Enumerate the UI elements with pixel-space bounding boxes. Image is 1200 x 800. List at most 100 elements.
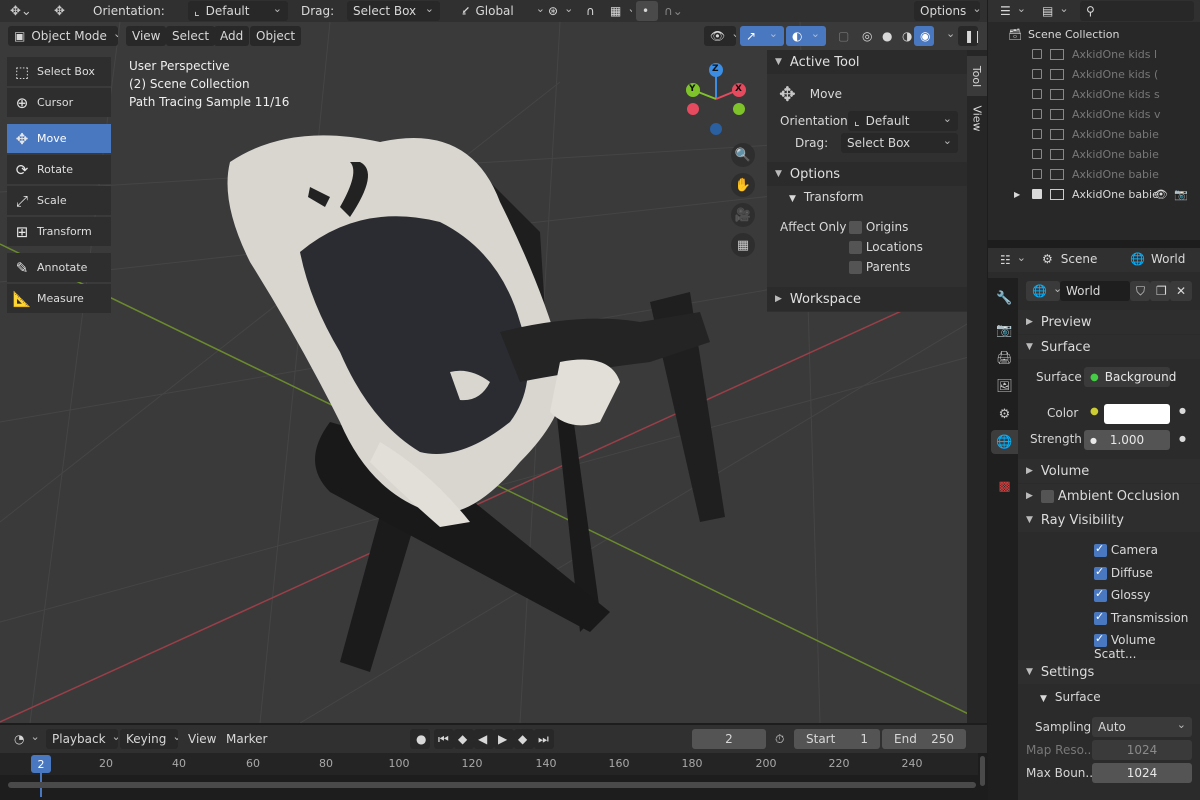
breadcrumb-scene[interactable]: ⚙ Scene <box>1042 252 1097 266</box>
playback-menu[interactable]: Playback <box>46 729 118 749</box>
menu-add[interactable]: Add <box>214 26 250 46</box>
npanel-orientation-dropdown[interactable]: ⌞ Default <box>848 111 958 131</box>
exclude-checkbox[interactable] <box>1032 109 1042 119</box>
ortho-toggle-button[interactable]: ▦ <box>731 233 755 257</box>
keying-menu[interactable]: Keying <box>120 729 178 749</box>
shading-options-dropdown[interactable] <box>934 26 954 46</box>
pivot-point-dropdown[interactable]: ⊛ <box>542 1 576 21</box>
timeline-editor-type[interactable]: ◔ <box>8 729 42 749</box>
orientation-dropdown[interactable]: ⌞ Default <box>188 1 288 21</box>
current-frame-field[interactable]: 2 <box>692 729 766 749</box>
menu-object[interactable]: Object <box>250 26 302 46</box>
jump-end-button[interactable]: ⏭ <box>534 729 554 749</box>
tool-icon-button[interactable]: ✥ <box>48 1 78 21</box>
tab-view[interactable]: View <box>967 98 987 138</box>
camera-view-button[interactable]: 🎥 <box>731 203 755 227</box>
tab-tool-settings[interactable]: 🔧 <box>991 286 1018 310</box>
snap-toggle[interactable]: ∩ <box>580 1 606 21</box>
xray-toggle[interactable]: ▢ <box>832 26 854 46</box>
outliner-item-active[interactable]: ▶ AxkidOne babie 👁 📷 <box>988 184 1200 204</box>
new-world-button[interactable]: ❐ <box>1150 281 1170 301</box>
ray-transmission-checkbox[interactable]: Transmission <box>1094 610 1188 625</box>
outliner-item[interactable]: AxkidOne babie <box>988 144 1200 164</box>
breadcrumb-world[interactable]: 🌐 World <box>1130 252 1185 266</box>
color-swatch[interactable] <box>1104 404 1170 424</box>
timeline-view-menu[interactable]: View <box>182 729 222 749</box>
outliner-editor-type[interactable]: ☰ <box>994 1 1032 21</box>
properties-editor-type[interactable]: ☷ <box>994 250 1030 270</box>
exclude-checkbox[interactable] <box>1032 189 1042 199</box>
editor-type-button[interactable]: ✥⌄ <box>4 1 40 21</box>
preview-range-toggle[interactable]: ⏱ <box>772 729 792 749</box>
strength-keyframe-dot[interactable]: ● <box>1179 434 1186 443</box>
tool-move[interactable]: ✥ Move <box>7 124 111 153</box>
display-mode-dropdown[interactable]: ▤ <box>1036 1 1072 21</box>
snap-target-dropdown[interactable]: ▦ <box>604 1 632 21</box>
tab-texture[interactable]: ▩ <box>991 474 1018 498</box>
section-preview[interactable]: ▶ Preview <box>1018 310 1200 334</box>
tab-output[interactable]: 🖨 <box>991 346 1018 370</box>
ray-camera-checkbox[interactable]: Camera <box>1094 542 1158 557</box>
npanel-drag-dropdown[interactable]: Select Box <box>841 133 958 153</box>
menu-select[interactable]: Select <box>166 26 216 46</box>
mode-dropdown[interactable]: ▣ Object Mode <box>8 26 118 46</box>
timeline-ruler[interactable]: 2 20 40 60 80 100 120 140 160 180 200 22… <box>0 753 978 797</box>
outliner-root[interactable]: 🗃 Scene Collection <box>988 24 1200 44</box>
options-dropdown[interactable]: Options <box>914 1 980 21</box>
playhead[interactable]: 2 <box>31 755 51 773</box>
ao-checkbox[interactable] <box>1040 489 1054 503</box>
tab-world[interactable]: 🌐 <box>991 430 1018 454</box>
tool-select-box[interactable]: ⬚ Select Box <box>7 57 111 86</box>
exclude-checkbox[interactable] <box>1032 129 1042 139</box>
affect-locations-checkbox[interactable]: Locations <box>849 240 923 254</box>
section-ray-visibility[interactable]: ▼ Ray Visibility <box>1018 508 1200 532</box>
affect-parents-checkbox[interactable]: Parents <box>849 260 911 274</box>
unlink-world-button[interactable]: ✕ <box>1170 281 1192 301</box>
outliner-search-input[interactable]: ⚲ <box>1080 1 1194 21</box>
falloff-button[interactable]: ∩⌄ <box>658 1 684 21</box>
timeline-scrollbar[interactable] <box>8 782 976 788</box>
shading-rendered[interactable]: ◉ <box>914 26 934 46</box>
end-frame-field[interactable]: End 250 <box>882 729 966 749</box>
ray-volume-scatter-checkbox[interactable]: Volume Scatt... <box>1094 632 1200 661</box>
outliner-item[interactable]: AxkidOne kids l <box>988 44 1200 64</box>
prev-keyframe-button[interactable]: ◆ <box>454 729 474 749</box>
exclude-checkbox[interactable] <box>1032 69 1042 79</box>
tab-render[interactable]: 📷 <box>991 318 1018 342</box>
max-bounces-field[interactable]: 1024 <box>1092 763 1192 783</box>
settings-surface-subheader[interactable]: ▼ Surface <box>1040 690 1101 704</box>
record-button[interactable]: ● <box>410 729 430 749</box>
shading-material[interactable]: ◑ <box>896 26 916 46</box>
visibility-dropdown[interactable]: 👁 <box>704 26 736 46</box>
next-keyframe-button[interactable]: ◆ <box>514 729 534 749</box>
surface-shader-field[interactable]: ● Background <box>1084 367 1176 387</box>
camera-icon[interactable]: 📷 <box>1174 188 1188 201</box>
section-settings[interactable]: ▼ Settings <box>1018 660 1200 684</box>
ray-glossy-checkbox[interactable]: Glossy <box>1094 587 1150 602</box>
zoom-view-button[interactable]: 🔍 <box>731 143 755 167</box>
section-ambient-occlusion[interactable]: ▶ Ambient Occlusion <box>1018 484 1200 508</box>
drag-dropdown[interactable]: Select Box <box>347 1 440 21</box>
outliner-item[interactable]: AxkidOne kids ( <box>988 64 1200 84</box>
tool-annotate[interactable]: ✎ Annotate <box>7 253 111 282</box>
outliner-item[interactable]: AxkidOne babie <box>988 124 1200 144</box>
tool-cursor[interactable]: ⊕ Cursor <box>7 88 111 117</box>
shading-solid[interactable]: ● <box>876 26 896 46</box>
workspace-header[interactable]: ▶ Workspace <box>767 287 967 311</box>
exclude-checkbox[interactable] <box>1032 169 1042 179</box>
proportional-edit-toggle[interactable]: • <box>636 1 658 21</box>
tool-rotate[interactable]: ⟳ Rotate <box>7 155 111 184</box>
sidebar-toggle[interactable]: ❚❚ <box>958 26 978 46</box>
color-keyframe-dot[interactable]: ● <box>1179 406 1186 415</box>
strength-field[interactable]: ● 1.000 <box>1084 430 1170 450</box>
tab-scene[interactable]: ⚙ <box>991 402 1018 426</box>
sampling-dropdown[interactable]: Auto <box>1092 717 1192 737</box>
pan-view-button[interactable]: ✋ <box>731 173 755 197</box>
exclude-checkbox[interactable] <box>1032 49 1042 59</box>
fake-user-button[interactable]: ⛉ <box>1130 281 1150 301</box>
outliner[interactable]: ☰ ▤ ⚲ 🗃Scene Collection AxkidOne kids l … <box>988 0 1200 240</box>
outliner-item[interactable]: AxkidOne kids s <box>988 84 1200 104</box>
world-datablock-browse[interactable]: 🌐 <box>1026 281 1060 301</box>
exclude-checkbox[interactable] <box>1032 149 1042 159</box>
start-frame-field[interactable]: Start 1 <box>794 729 880 749</box>
